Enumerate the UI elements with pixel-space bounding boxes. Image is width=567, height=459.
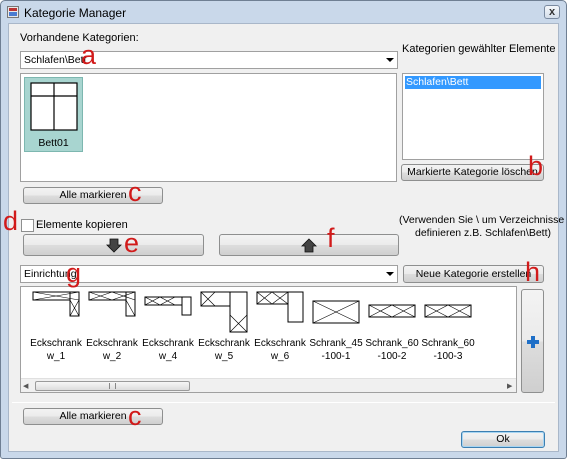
chevron-down-icon (386, 272, 394, 276)
add-element-button[interactable] (521, 289, 544, 393)
library-category-select[interactable]: Einrichtung (20, 265, 398, 283)
category-elements-panel: Bett01 (20, 73, 397, 182)
library-item-label-line1: Schrank_45 (309, 338, 363, 349)
chevron-down-icon (386, 58, 394, 62)
library-item-label-line2: w_2 (102, 351, 122, 362)
select-all-bottom-button[interactable]: Alle markieren (23, 408, 163, 425)
plus-icon (527, 336, 539, 348)
new-category-button[interactable]: Neue Kategorie erstellen (403, 265, 544, 283)
library-item[interactable]: Eckschrank w_2 (85, 291, 139, 363)
library-item-label-line2: w_5 (214, 351, 234, 362)
thumb-grip-icon (109, 383, 116, 389)
library-item-label-line1: Eckschrank (198, 338, 250, 349)
selected-categories-list[interactable]: Schlafen\Bett (402, 73, 544, 160)
cabinet-thumbnail-icon (32, 291, 80, 317)
scroll-right-icon[interactable]: ▶ (507, 382, 512, 390)
app-icon (7, 6, 19, 18)
library-item[interactable]: Eckschrank w_1 (29, 291, 83, 363)
category-select[interactable]: Schlafen\Bett (20, 51, 398, 69)
delete-marked-category-button[interactable]: Markierte Kategorie löschen (401, 164, 544, 181)
library-item-label-line1: Eckschrank (142, 338, 194, 349)
library-item-label-line2: -100-3 (433, 351, 463, 362)
library-item-label-line1: Eckschrank (254, 338, 306, 349)
library-elements-panel: Eckschrank w_1 Eckschrank w_2 Eckschrank w_4 E… (20, 286, 517, 393)
close-icon: x (548, 6, 556, 18)
copy-elements-label: Elemente kopieren (36, 219, 128, 231)
element-tile-label: Bett01 (38, 137, 69, 149)
scroll-left-icon[interactable]: ◀ (23, 382, 28, 390)
copy-elements-checkbox[interactable] (21, 219, 34, 232)
arrow-up-icon (301, 238, 317, 253)
kategorie-manager-window: Kategorie Manager x Vorhandene Kategorie… (0, 0, 567, 459)
library-item-label-line2: w_6 (270, 351, 290, 362)
cabinet-thumbnail-icon (368, 304, 416, 318)
hint-text-line1: (Verwenden Sie \ um Verzeichnisse zu (399, 214, 567, 226)
element-tile-bett01[interactable]: Bett01 (24, 77, 83, 152)
library-category-value: Einrichtung (24, 268, 77, 280)
selected-elements-categories-label: Kategorien gewählter Elemente (402, 43, 556, 55)
library-item-label-line2: -100-2 (377, 351, 407, 362)
cabinet-thumbnail-icon (256, 291, 304, 323)
library-item[interactable]: Schrank_60 -100-3 (421, 291, 475, 363)
library-item-label-line2: w_1 (46, 351, 66, 362)
dialog-client-area: Vorhandene Kategorien: Schlafen\Bett Kat… (8, 23, 567, 452)
cabinet-thumbnail-icon (200, 291, 248, 333)
move-up-button[interactable] (219, 234, 399, 256)
cabinet-thumbnail-icon (144, 296, 192, 316)
bed-icon (30, 82, 78, 131)
move-down-button[interactable] (23, 234, 204, 256)
category-select-value: Schlafen\Bett (24, 54, 87, 66)
cabinet-thumbnail-icon (312, 300, 360, 324)
library-item-label-line2: -100-1 (321, 351, 351, 362)
library-item[interactable]: Schrank_45 -100-1 (309, 291, 363, 363)
library-item[interactable]: Eckschrank w_5 (197, 291, 251, 363)
existing-categories-label: Vorhandene Kategorien: (20, 32, 139, 44)
scrollbar-thumb[interactable] (35, 381, 190, 391)
library-item[interactable]: Schrank_60 -100-2 (365, 291, 419, 363)
library-item-label-line1: Schrank_60 (365, 338, 419, 349)
divider (12, 402, 555, 403)
library-item[interactable]: Eckschrank w_6 (253, 291, 307, 363)
cabinet-thumbnail-icon (88, 291, 136, 317)
title-bar[interactable]: Kategorie Manager x (1, 1, 566, 23)
library-item[interactable]: Eckschrank w_4 (141, 291, 195, 363)
library-item-label-line1: Eckschrank (30, 338, 82, 349)
horizontal-scrollbar[interactable]: ◀ ▶ (21, 378, 516, 392)
arrow-down-icon (106, 238, 122, 253)
ok-button[interactable]: Ok (461, 431, 545, 448)
selected-category-item[interactable]: Schlafen\Bett (405, 76, 541, 89)
close-button[interactable]: x (544, 5, 560, 19)
library-item-label-line1: Eckschrank (86, 338, 138, 349)
cabinet-thumbnail-icon (424, 304, 472, 318)
window-title: Kategorie Manager (24, 6, 127, 20)
select-all-top-button[interactable]: Alle markieren (23, 187, 163, 204)
library-item-label-line1: Schrank_60 (421, 338, 475, 349)
hint-text-line2: definieren z.B. Schlafen\Bett) (415, 227, 551, 239)
library-item-label-line2: w_4 (158, 351, 178, 362)
